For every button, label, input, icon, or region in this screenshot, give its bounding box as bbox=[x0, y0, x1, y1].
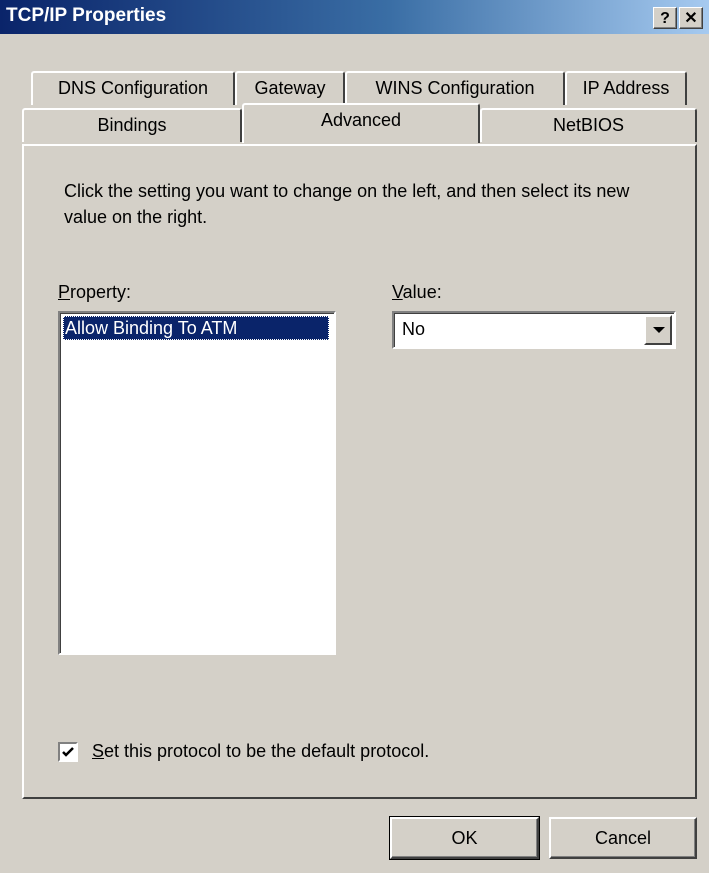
default-protocol-label[interactable]: Set this protocol to be the default prot… bbox=[92, 741, 429, 762]
tab-netbios[interactable]: NetBIOS bbox=[480, 108, 697, 142]
value-dropdown-selected: No bbox=[402, 319, 426, 339]
tab-gateway[interactable]: Gateway bbox=[235, 71, 345, 105]
property-label: Property: bbox=[58, 282, 131, 303]
advanced-tab-panel: Click the setting you want to change on … bbox=[22, 144, 697, 799]
default-protocol-text: et this protocol to be the default proto… bbox=[104, 741, 430, 761]
tab-wins-configuration[interactable]: WINS Configuration bbox=[345, 71, 565, 105]
window-title: TCP/IP Properties bbox=[6, 5, 167, 26]
tcpip-properties-dialog: TCP/IP Properties ? ✕ DNS Configuration … bbox=[0, 0, 709, 873]
dropdown-arrow-button[interactable] bbox=[644, 315, 672, 345]
value-dropdown[interactable]: No bbox=[392, 311, 676, 349]
default-protocol-mnemonic: S bbox=[92, 741, 105, 761]
ok-button[interactable]: OK bbox=[389, 816, 540, 860]
close-button[interactable]: ✕ bbox=[679, 7, 703, 29]
value-label: Value: bbox=[392, 282, 442, 303]
property-label-mnemonic: P bbox=[58, 282, 71, 302]
property-label-text: roperty: bbox=[70, 282, 132, 302]
property-item-allow-binding-to-atm[interactable]: Allow Binding To ATM bbox=[63, 316, 329, 340]
tab-bindings[interactable]: Bindings bbox=[22, 108, 242, 142]
default-protocol-checkbox[interactable] bbox=[58, 742, 78, 762]
tab-ip-address[interactable]: IP Address bbox=[565, 71, 687, 105]
value-label-text: alue: bbox=[402, 282, 442, 302]
chevron-down-icon bbox=[653, 327, 665, 333]
checkmark-icon bbox=[62, 747, 74, 757]
help-button[interactable]: ? bbox=[653, 7, 677, 29]
instructions-text: Click the setting you want to change on … bbox=[64, 181, 630, 227]
title-bar[interactable]: TCP/IP Properties ? ✕ bbox=[0, 0, 709, 34]
tab-advanced[interactable]: Advanced bbox=[242, 103, 480, 143]
value-label-mnemonic: V bbox=[392, 282, 403, 302]
cancel-button[interactable]: Cancel bbox=[549, 817, 697, 859]
property-listbox[interactable]: Allow Binding To ATM bbox=[58, 311, 336, 655]
tab-dns-configuration[interactable]: DNS Configuration bbox=[31, 71, 235, 105]
